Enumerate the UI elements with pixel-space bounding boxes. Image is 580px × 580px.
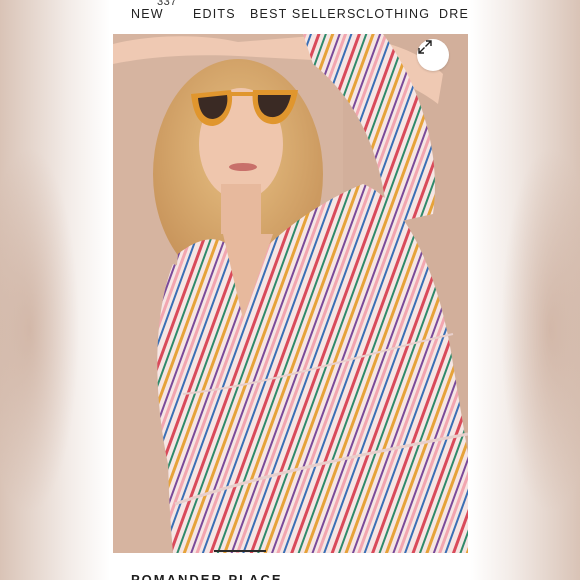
nav-item-best-sellers[interactable]: BEST SELLERS (250, 7, 357, 21)
product-photo[interactable] (113, 34, 468, 553)
model-illustration (113, 34, 468, 553)
brand-name[interactable]: POMANDER PLACE (131, 572, 283, 580)
carousel-indicator (214, 550, 266, 552)
nav-item-new[interactable]: NEW (131, 7, 164, 21)
expand-icon (418, 40, 432, 54)
nav-item-clothing[interactable]: CLOTHING (356, 7, 430, 21)
top-category-nav: 337 NEW EDITS BEST SELLERS CLOTHING DRES (113, 0, 468, 34)
nav-item-edits[interactable]: EDITS (193, 7, 236, 21)
expand-image-button[interactable] (417, 39, 449, 71)
nav-item-dresses[interactable]: DRES (439, 7, 468, 21)
product-caption: POMANDER PLACE (113, 553, 468, 580)
